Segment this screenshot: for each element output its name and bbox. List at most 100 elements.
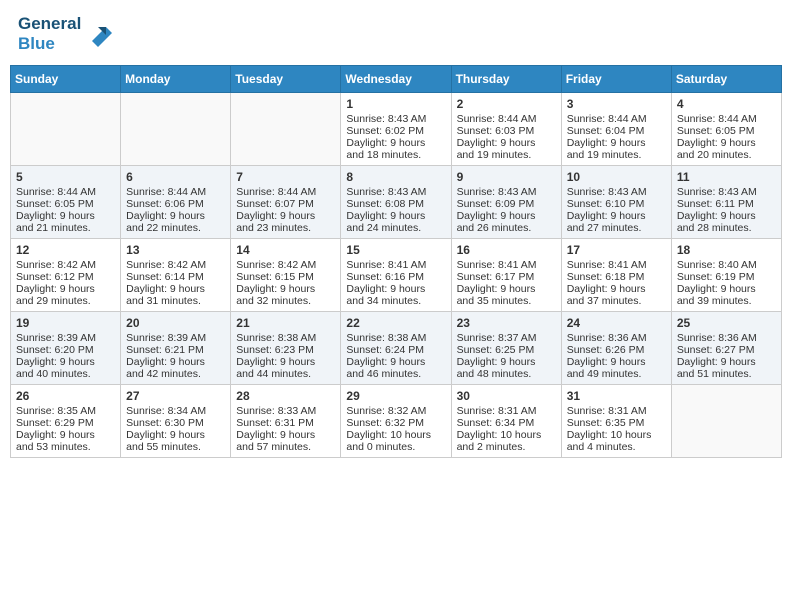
sunset-text: Sunset: 6:24 PM [346, 344, 445, 356]
calendar-header-sunday: Sunday [11, 66, 121, 93]
sunset-text: Sunset: 6:06 PM [126, 198, 225, 210]
calendar-cell: 12Sunrise: 8:42 AMSunset: 6:12 PMDayligh… [11, 239, 121, 312]
daylight-text: Daylight: 9 hours and 22 minutes. [126, 210, 225, 234]
daylight-text: Daylight: 9 hours and 49 minutes. [567, 356, 666, 380]
calendar-header-wednesday: Wednesday [341, 66, 451, 93]
calendar-cell: 30Sunrise: 8:31 AMSunset: 6:34 PMDayligh… [451, 385, 561, 458]
calendar-cell: 7Sunrise: 8:44 AMSunset: 6:07 PMDaylight… [231, 166, 341, 239]
daylight-text: Daylight: 10 hours and 4 minutes. [567, 429, 666, 453]
daylight-text: Daylight: 9 hours and 40 minutes. [16, 356, 115, 380]
sunset-text: Sunset: 6:30 PM [126, 417, 225, 429]
sunrise-text: Sunrise: 8:40 AM [677, 259, 776, 271]
calendar-cell: 27Sunrise: 8:34 AMSunset: 6:30 PMDayligh… [121, 385, 231, 458]
sunrise-text: Sunrise: 8:44 AM [677, 113, 776, 125]
calendar-cell: 26Sunrise: 8:35 AMSunset: 6:29 PMDayligh… [11, 385, 121, 458]
calendar-cell: 31Sunrise: 8:31 AMSunset: 6:35 PMDayligh… [561, 385, 671, 458]
calendar-cell: 4Sunrise: 8:44 AMSunset: 6:05 PMDaylight… [671, 93, 781, 166]
sunset-text: Sunset: 6:34 PM [457, 417, 556, 429]
daylight-text: Daylight: 9 hours and 46 minutes. [346, 356, 445, 380]
sunset-text: Sunset: 6:07 PM [236, 198, 335, 210]
daylight-text: Daylight: 10 hours and 2 minutes. [457, 429, 556, 453]
day-number: 8 [346, 170, 445, 184]
calendar-header-friday: Friday [561, 66, 671, 93]
day-number: 24 [567, 316, 666, 330]
day-number: 20 [126, 316, 225, 330]
daylight-text: Daylight: 9 hours and 31 minutes. [126, 283, 225, 307]
day-number: 28 [236, 389, 335, 403]
sunset-text: Sunset: 6:35 PM [567, 417, 666, 429]
sunset-text: Sunset: 6:20 PM [16, 344, 115, 356]
sunset-text: Sunset: 6:32 PM [346, 417, 445, 429]
daylight-text: Daylight: 9 hours and 53 minutes. [16, 429, 115, 453]
calendar-week-5: 26Sunrise: 8:35 AMSunset: 6:29 PMDayligh… [11, 385, 782, 458]
calendar-week-4: 19Sunrise: 8:39 AMSunset: 6:20 PMDayligh… [11, 312, 782, 385]
daylight-text: Daylight: 9 hours and 18 minutes. [346, 137, 445, 161]
sunrise-text: Sunrise: 8:42 AM [126, 259, 225, 271]
sunrise-text: Sunrise: 8:43 AM [567, 186, 666, 198]
sunset-text: Sunset: 6:15 PM [236, 271, 335, 283]
sunrise-text: Sunrise: 8:36 AM [567, 332, 666, 344]
day-number: 17 [567, 243, 666, 257]
daylight-text: Daylight: 9 hours and 23 minutes. [236, 210, 335, 234]
sunrise-text: Sunrise: 8:41 AM [457, 259, 556, 271]
sunrise-text: Sunrise: 8:36 AM [677, 332, 776, 344]
day-number: 4 [677, 97, 776, 111]
sunset-text: Sunset: 6:02 PM [346, 125, 445, 137]
sunset-text: Sunset: 6:26 PM [567, 344, 666, 356]
daylight-text: Daylight: 9 hours and 42 minutes. [126, 356, 225, 380]
sunset-text: Sunset: 6:17 PM [457, 271, 556, 283]
calendar-week-3: 12Sunrise: 8:42 AMSunset: 6:12 PMDayligh… [11, 239, 782, 312]
sunrise-text: Sunrise: 8:43 AM [457, 186, 556, 198]
calendar-cell: 1Sunrise: 8:43 AMSunset: 6:02 PMDaylight… [341, 93, 451, 166]
daylight-text: Daylight: 9 hours and 19 minutes. [457, 137, 556, 161]
sunrise-text: Sunrise: 8:39 AM [126, 332, 225, 344]
day-number: 25 [677, 316, 776, 330]
sunrise-text: Sunrise: 8:43 AM [677, 186, 776, 198]
calendar-cell: 13Sunrise: 8:42 AMSunset: 6:14 PMDayligh… [121, 239, 231, 312]
daylight-text: Daylight: 9 hours and 21 minutes. [16, 210, 115, 234]
calendar-cell: 8Sunrise: 8:43 AMSunset: 6:08 PMDaylight… [341, 166, 451, 239]
day-number: 11 [677, 170, 776, 184]
calendar-cell: 20Sunrise: 8:39 AMSunset: 6:21 PMDayligh… [121, 312, 231, 385]
sunset-text: Sunset: 6:04 PM [567, 125, 666, 137]
calendar-cell: 10Sunrise: 8:43 AMSunset: 6:10 PMDayligh… [561, 166, 671, 239]
daylight-text: Daylight: 9 hours and 24 minutes. [346, 210, 445, 234]
calendar-cell: 17Sunrise: 8:41 AMSunset: 6:18 PMDayligh… [561, 239, 671, 312]
sunrise-text: Sunrise: 8:41 AM [567, 259, 666, 271]
calendar-cell: 11Sunrise: 8:43 AMSunset: 6:11 PMDayligh… [671, 166, 781, 239]
calendar-cell: 24 Sunrise: 8:36 AMSunset: 6:26 PMDayligh… [561, 312, 671, 385]
daylight-text: Daylight: 9 hours and 19 minutes. [567, 137, 666, 161]
daylight-text: Daylight: 9 hours and 48 minutes. [457, 356, 556, 380]
calendar-cell [11, 93, 121, 166]
daylight-text: Daylight: 9 hours and 34 minutes. [346, 283, 445, 307]
calendar-cell [121, 93, 231, 166]
sunset-text: Sunset: 6:29 PM [16, 417, 115, 429]
sunrise-text: Sunrise: 8:42 AM [236, 259, 335, 271]
logo: General Blue [18, 14, 114, 53]
day-number: 9 [457, 170, 556, 184]
sunrise-text: Sunrise: 8:38 AM [236, 332, 335, 344]
logo-text-general: General [18, 14, 81, 34]
calendar-header-monday: Monday [121, 66, 231, 93]
logo-icon [84, 19, 114, 49]
day-number: 13 [126, 243, 225, 257]
sunrise-text: Sunrise: 8:35 AM [16, 405, 115, 417]
day-number: 15 [346, 243, 445, 257]
calendar-header-tuesday: Tuesday [231, 66, 341, 93]
day-number: 19 [16, 316, 115, 330]
sunset-text: Sunset: 6:08 PM [346, 198, 445, 210]
day-number: 5 [16, 170, 115, 184]
calendar-header-thursday: Thursday [451, 66, 561, 93]
sunset-text: Sunset: 6:23 PM [236, 344, 335, 356]
sunrise-text: Sunrise: 8:44 AM [457, 113, 556, 125]
sunrise-text: Sunrise: 8:44 AM [16, 186, 115, 198]
sunrise-text: Sunrise: 8:34 AM [126, 405, 225, 417]
daylight-text: Daylight: 9 hours and 37 minutes. [567, 283, 666, 307]
day-number: 22 [346, 316, 445, 330]
sunrise-text: Sunrise: 8:39 AM [16, 332, 115, 344]
calendar-cell: 23Sunrise: 8:37 AMSunset: 6:25 PMDayligh… [451, 312, 561, 385]
calendar-cell: 28Sunrise: 8:33 AMSunset: 6:31 PMDayligh… [231, 385, 341, 458]
sunrise-text: Sunrise: 8:32 AM [346, 405, 445, 417]
calendar-cell: 16Sunrise: 8:41 AMSunset: 6:17 PMDayligh… [451, 239, 561, 312]
sunset-text: Sunset: 6:25 PM [457, 344, 556, 356]
